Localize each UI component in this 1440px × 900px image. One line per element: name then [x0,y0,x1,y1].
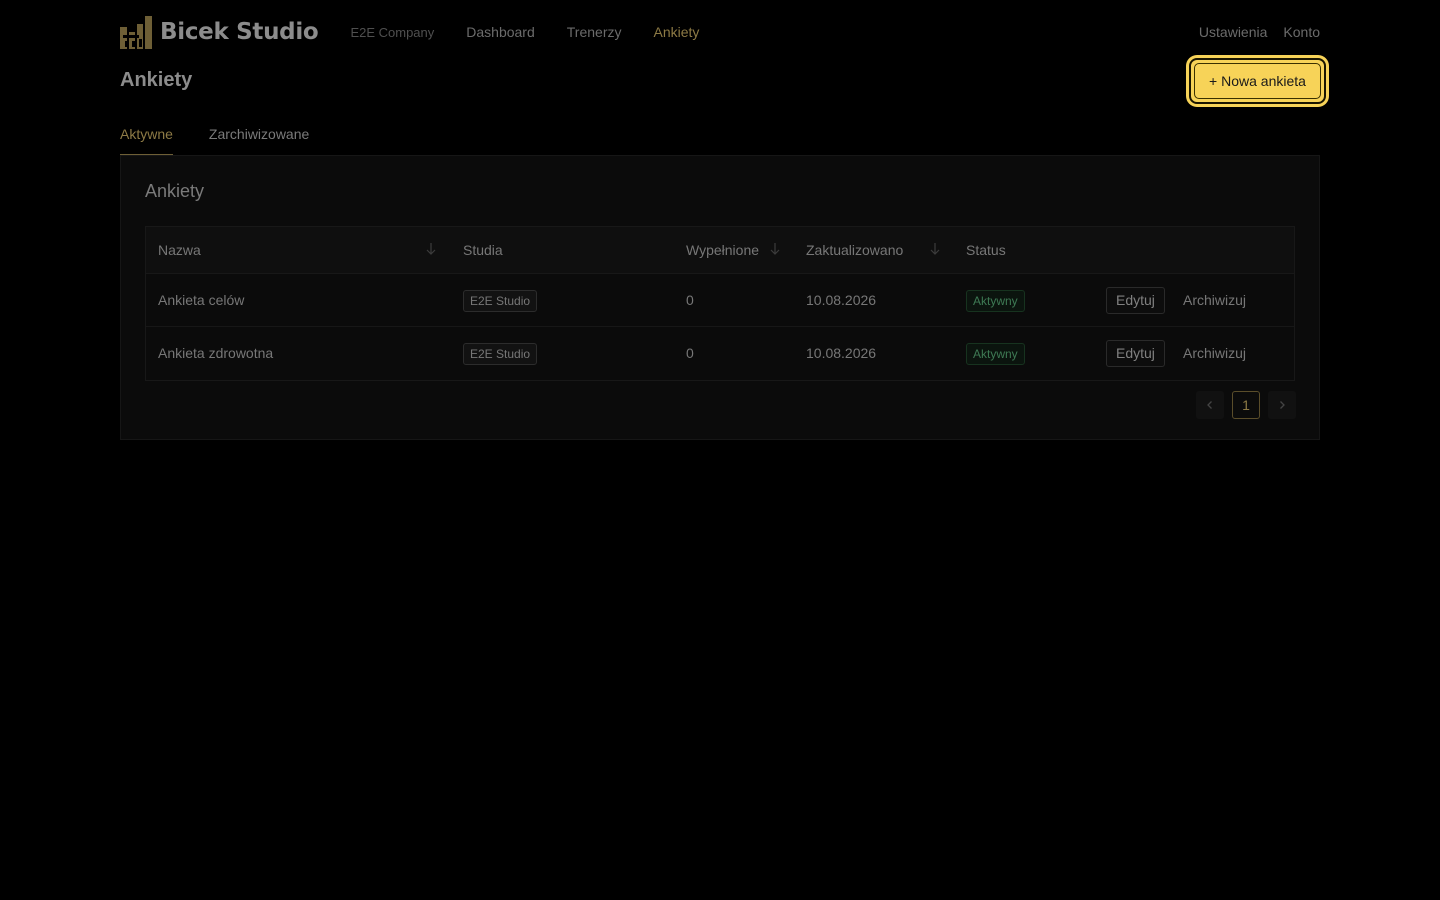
column-header-updated[interactable]: Zaktualizowano [806,242,903,258]
user-menu: Ustawienia Konto [1183,24,1320,40]
status-badge: Aktywny [966,343,1025,365]
survey-tabs: Aktywne Zarchiwizowane [120,126,345,156]
status-badge: Aktywny [966,290,1025,312]
archive-button[interactable]: Archiwizuj [1183,292,1246,308]
table-header: Nazwa Studia Wypełnione Zaktualizowano S… [146,227,1294,274]
company-name: E2E Company [350,24,435,40]
chevron-right-icon [1280,401,1285,409]
card-title: Ankiety [145,181,205,201]
column-header-studios: Studia [463,242,503,258]
sort-arrow-down-icon[interactable] [425,242,437,256]
table-row: Ankieta celów E2E Studio 0 10.08.2026 Ak… [146,274,1294,327]
tab-aktywne[interactable]: Aktywne [120,126,173,156]
filled-count: 0 [686,345,694,361]
new-survey-button[interactable]: + Nowa ankieta [1189,58,1326,104]
column-header-name[interactable]: Nazwa [158,242,201,258]
sort-arrow-down-icon[interactable] [929,242,941,256]
chevron-left-icon [1207,401,1212,409]
account-link[interactable]: Konto [1283,24,1320,40]
settings-link[interactable]: Ustawienia [1199,24,1267,40]
tab-zarchiwizowane[interactable]: Zarchiwizowane [209,126,309,155]
next-page-button[interactable] [1268,391,1296,419]
survey-name: Ankieta zdrowotna [158,345,274,361]
page-title: Ankiety [120,69,193,91]
table-row: Ankieta zdrowotna E2E Studio 0 10.08.202… [146,327,1294,380]
nav-item-dashboard[interactable]: Dashboard [466,24,535,40]
studio-tag: E2E Studio [463,343,538,365]
brand-logo[interactable]: Bicek Studio [120,14,319,50]
edit-button[interactable]: Edytuj [1106,287,1165,314]
surveys-table: Nazwa Studia Wypełnione Zaktualizowano S… [145,226,1295,381]
top-navigation: Bicek Studio E2E Company Dashboard Trene… [120,14,1320,50]
column-header-status: Status [966,242,1006,258]
edit-button[interactable]: Edytuj [1106,340,1165,367]
pagination: 1 [1196,391,1304,419]
nav-item-ankiety[interactable]: Ankiety [653,24,699,40]
surveys-card: Ankiety Nazwa Studia Wypełnione Zaktuali… [120,155,1320,440]
main-nav: Dashboard Trenerzy Ankiety [466,24,731,40]
column-header-filled[interactable]: Wypełnione [686,242,759,258]
studio-tag: E2E Studio [463,290,538,312]
focus-ring [1194,63,1321,99]
archive-button[interactable]: Archiwizuj [1183,345,1246,361]
updated-date: 10.08.2026 [806,292,877,308]
prev-page-button[interactable] [1196,391,1224,419]
brand-name: Bicek Studio [160,19,319,45]
page-number[interactable]: 1 [1232,391,1260,419]
filled-count: 0 [686,292,694,308]
updated-date: 10.08.2026 [806,345,877,361]
sort-arrow-down-icon[interactable] [769,242,781,256]
nav-item-trenerzy[interactable]: Trenerzy [567,24,622,40]
survey-name: Ankieta celów [158,292,245,308]
logo-icon [120,15,152,49]
